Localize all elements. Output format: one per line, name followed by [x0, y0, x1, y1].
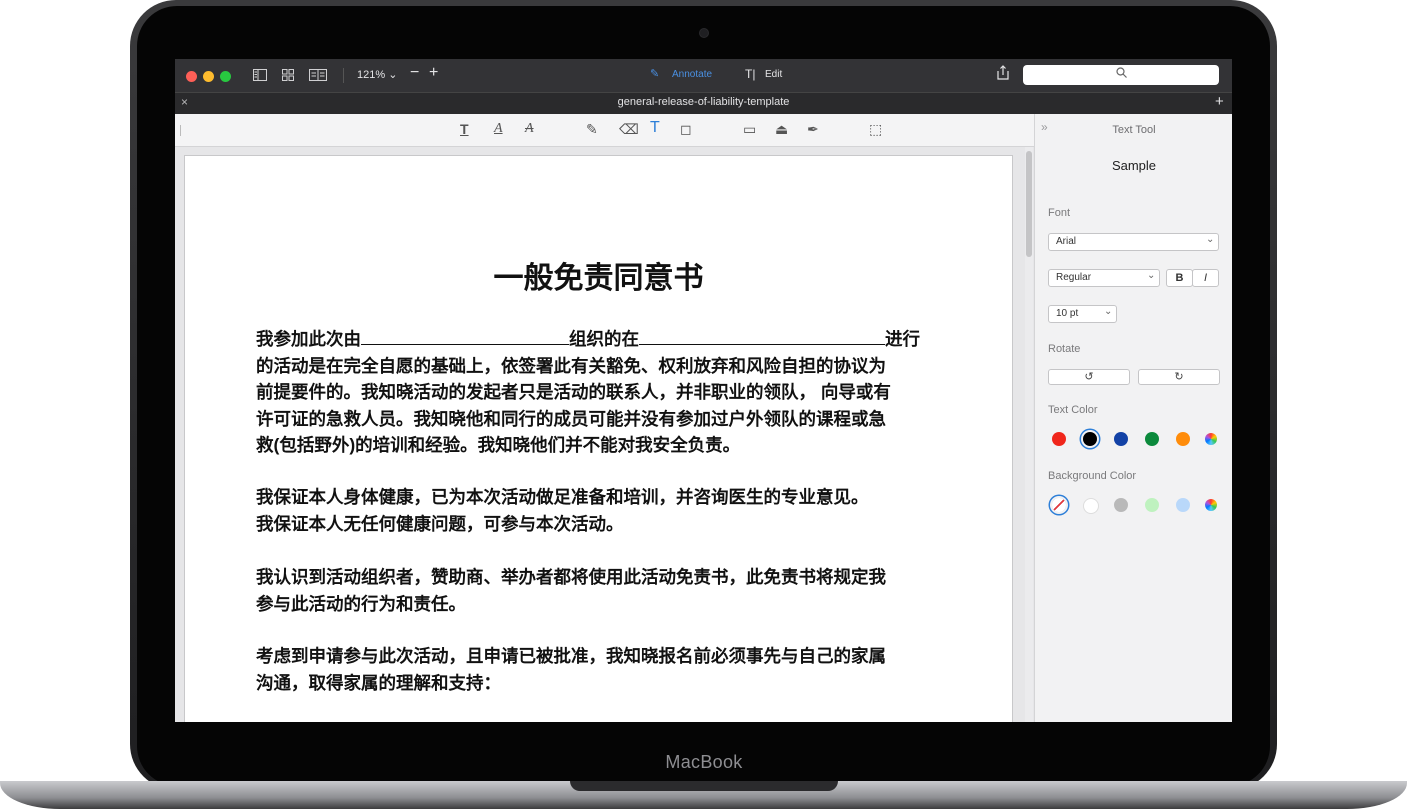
rotate-left-icon: ↺: [1084, 371, 1094, 383]
paragraph-1: 我参加此次由 组织的在 进行 的活动是在完全自愿的基础上，依签署此有关豁免、权利放弃…: [256, 326, 956, 459]
toolbar-grip: [180, 125, 181, 136]
paragraph-4: 考虑到申请参与此次活动，且申请已被批准，我知晓报名前必须事先与自己的家属 沟通，…: [256, 643, 956, 696]
vertical-scrollbar[interactable]: [1025, 147, 1033, 722]
text-tool-icon[interactable]: T: [650, 119, 660, 137]
document-heading: 一般免责同意书: [493, 262, 704, 295]
signature-pen-icon[interactable]: ✒: [807, 121, 819, 138]
panel-title: Text Tool: [1112, 124, 1156, 136]
laptop-notch: [570, 781, 838, 791]
zoom-in-button[interactable]: +: [429, 64, 438, 82]
paragraph-4-line-1: 考虑到申请参与此次活动，且申请已被批准，我知晓报名前必须事先与自己的家属: [256, 646, 886, 666]
font-family-select[interactable]: Arial ⌄: [1048, 233, 1219, 251]
minimize-window-button[interactable]: [203, 71, 214, 82]
annotate-mode-button[interactable]: Annotate: [672, 69, 712, 80]
font-family-value: Arial: [1056, 236, 1077, 247]
no-background-swatch[interactable]: [1052, 498, 1066, 512]
camera-icon: [700, 29, 708, 37]
zoom-select[interactable]: 121% ⌄: [357, 68, 397, 81]
custom-color-picker-icon[interactable]: [1205, 433, 1217, 445]
highlight-text-icon[interactable]: T: [460, 121, 469, 137]
rotate-right-icon: ↻: [1174, 371, 1184, 383]
rotate-left-button[interactable]: ↺: [1048, 369, 1130, 385]
zoom-value: 121%: [357, 69, 386, 81]
chevron-down-icon: ⌄: [1206, 234, 1215, 245]
paragraph-1-line-3: 前提要件的。我知晓活动的发起者只是活动的联系人，并非职业的领队， 向导或有: [256, 382, 891, 402]
paragraph-3: 我认识到活动组织者，赞助商、举办者都将使用此活动免责书，此免责书将规定我 参与此…: [256, 564, 956, 617]
chevron-down-icon: ⌄: [1104, 306, 1113, 317]
text-color-swatch[interactable]: [1052, 432, 1066, 446]
paragraph-1-line-5: 救(包括野外)的培训和经验。我知晓他们并不能对我安全负责。: [256, 435, 741, 455]
app-screen: 121% ⌄ − + ✎ Annotate T| Edit × general-…: [175, 59, 1232, 722]
document-tab-title[interactable]: general-release-of-liability-template: [175, 96, 1232, 108]
selection-icon[interactable]: ⬚: [869, 121, 882, 138]
note-comment-icon[interactable]: ▭: [743, 121, 756, 138]
paragraph-3-line-1: 我认识到活动组织者，赞助商、举办者都将使用此活动免责书，此免责书将规定我: [256, 567, 886, 587]
background-color-swatch[interactable]: [1083, 498, 1099, 514]
annotation-toolbar: T A A ✎ ⌫ T ◻ ▭ ⏏ ✒ ⬚: [175, 114, 1034, 147]
font-style-value: Regular: [1056, 272, 1092, 283]
font-sample: Sample: [1111, 158, 1157, 173]
sidebar-toggle-icon[interactable]: [253, 69, 267, 81]
text-color-swatch[interactable]: [1114, 432, 1128, 446]
italic-button[interactable]: I: [1192, 269, 1219, 287]
new-tab-icon[interactable]: +: [1215, 93, 1224, 110]
shapes-icon[interactable]: ◻: [680, 121, 692, 138]
search-icon: [1116, 67, 1127, 78]
paragraph-2-line-1: 我保证本人身体健康，已为本次活动做足准备和培训，并咨询医生的专业意见。: [256, 487, 869, 507]
background-color-swatch[interactable]: [1145, 498, 1159, 512]
location-blank: [639, 328, 885, 345]
two-page-view-icon[interactable]: [309, 69, 327, 81]
text-color-swatches: [1035, 424, 1232, 454]
bold-button[interactable]: B: [1166, 269, 1193, 287]
document-page: 一般免责同意书 我参加此次由 组织的在 进行 的活动是在完全自愿的基础上，依签署此有…: [184, 155, 1013, 722]
background-color-swatches: [1035, 490, 1232, 520]
paragraph-1-line-2: 的活动是在完全自愿的基础上，依签署此有关豁免、权利放弃和风险自担的协议为: [256, 355, 886, 376]
text-color-swatch[interactable]: [1145, 432, 1159, 446]
paragraph-2: 我保证本人身体健康，已为本次活动做足准备和培训，并咨询医生的专业意见。 我保证本…: [256, 484, 956, 537]
background-color-swatch[interactable]: [1176, 498, 1190, 512]
document-viewport[interactable]: 一般免责同意书 我参加此次由 组织的在 进行 的活动是在完全自愿的基础上，依签署此有…: [175, 147, 1034, 722]
edit-mode-button[interactable]: Edit: [765, 69, 782, 80]
strikethrough-text-icon[interactable]: A: [525, 121, 534, 137]
zoom-out-button[interactable]: −: [410, 64, 419, 82]
eraser-icon[interactable]: ⌫: [619, 121, 639, 138]
paragraph-2-line-2: 我保证本人无任何健康问题，可参与本次活动。: [256, 513, 624, 534]
rotate-label: Rotate: [1048, 343, 1081, 355]
background-color-swatch[interactable]: [1114, 498, 1128, 512]
organizer-blank: [361, 328, 569, 345]
thumbnail-grid-icon[interactable]: [282, 69, 294, 81]
annotate-pen-icon[interactable]: ✎: [650, 67, 659, 80]
chevron-down-icon: ⌄: [388, 69, 398, 81]
chevron-down-icon: ⌄: [1147, 270, 1156, 281]
close-window-button[interactable]: [186, 71, 197, 82]
zoom-window-button[interactable]: [220, 71, 231, 82]
title-bar: 121% ⌄ − + ✎ Annotate T| Edit: [175, 59, 1232, 92]
paragraph-1-line-1: 我参加此次由 组织的在 进行: [256, 328, 920, 349]
tab-bar: × general-release-of-liability-template …: [175, 92, 1232, 114]
underline-text-icon[interactable]: A: [494, 121, 503, 137]
custom-color-picker-icon[interactable]: [1205, 499, 1217, 511]
pencil-icon[interactable]: ✎: [586, 121, 598, 138]
toolbar-divider: [343, 68, 344, 83]
font-label: Font: [1048, 207, 1071, 219]
scrollbar-thumb[interactable]: [1026, 151, 1032, 257]
text-tool-panel: » Text Tool Sample Font Arial ⌄ Regular …: [1034, 114, 1232, 722]
text-color-swatch[interactable]: [1083, 432, 1097, 446]
text-color-label: Text Color: [1048, 404, 1098, 416]
font-size-select[interactable]: 10 pt ⌄: [1048, 305, 1117, 323]
font-size-value: 10 pt: [1056, 308, 1079, 319]
font-style-select[interactable]: Regular ⌄: [1048, 269, 1160, 287]
edit-text-icon[interactable]: T|: [745, 67, 755, 81]
stamp-icon[interactable]: ⏏: [775, 121, 788, 138]
text-color-swatch[interactable]: [1176, 432, 1190, 446]
rotate-right-button[interactable]: ↻: [1138, 369, 1220, 385]
paragraph-4-line-2: 沟通，取得家属的理解和支持：: [256, 672, 501, 693]
background-color-label: Background Color: [1048, 470, 1137, 482]
share-icon[interactable]: [997, 65, 1009, 80]
paragraph-3-line-2: 参与此活动的行为和责任。: [256, 593, 466, 614]
device-brand-label: MacBook: [665, 752, 743, 772]
paragraph-1-line-4: 许可证的急救人员。我知晓他和同行的成员可能并没有参加过户外领队的课程或急: [256, 408, 886, 429]
